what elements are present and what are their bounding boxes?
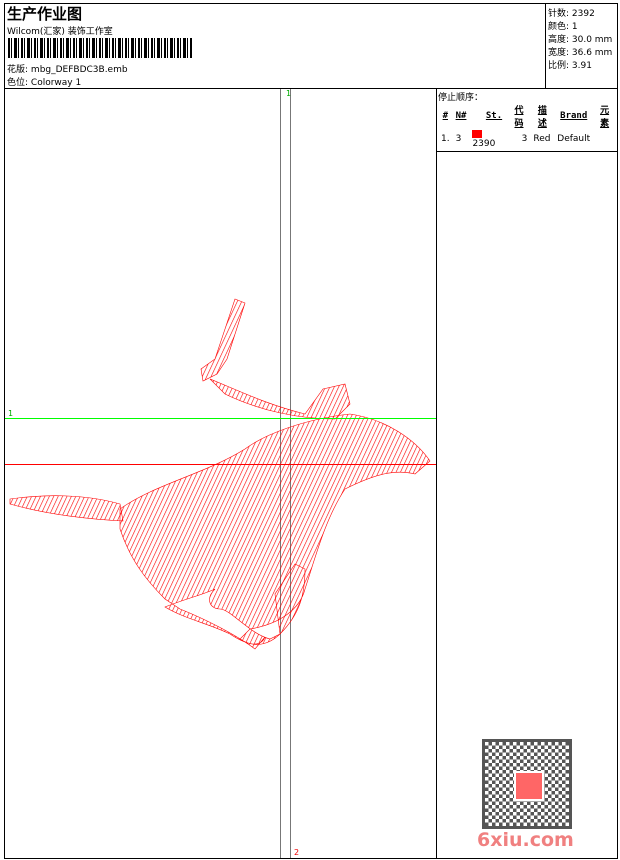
- qr-code: [482, 739, 572, 829]
- green-guide-line: [5, 418, 436, 419]
- row-brand: Default: [557, 134, 591, 144]
- colorway-value: Colorway 1: [30, 78, 82, 88]
- seal-stamp: [514, 771, 544, 801]
- guide-label-bottom: 2: [294, 848, 300, 857]
- stitch-count: 针数: 2392: [548, 9, 595, 19]
- barcode: [8, 38, 193, 58]
- production-sheet: 生产作业图 Wilcom(汇家) 装饰工作室 花版: mbg_DEFBDC3B.…: [0, 0, 620, 860]
- company-name: Wilcom(汇家) 装饰工作室: [7, 27, 113, 37]
- guide-label-left: 1: [8, 409, 14, 418]
- row-element: [593, 129, 616, 149]
- embroidery-design: [9, 298, 431, 650]
- design-value: mbg_DEFBDC3B.emb: [30, 65, 128, 75]
- watermark-site: 6xiu.com: [477, 829, 574, 851]
- rider-arm: [200, 298, 246, 382]
- col-brand: Brand: [560, 111, 588, 121]
- color-swatch: [472, 129, 483, 138]
- row-index: 1.: [441, 134, 450, 144]
- guide-label-top: 1: [286, 89, 292, 98]
- colorway-label: 色位:: [7, 78, 29, 88]
- design-height: 高度: 30.0 mm: [548, 35, 613, 45]
- rider-torso: [209, 378, 351, 420]
- col-number: N#: [455, 111, 467, 121]
- col-stitches: St.: [485, 111, 503, 121]
- col-desc: 描述: [537, 106, 547, 129]
- horse-tail: [9, 495, 124, 522]
- stop-sequence-table: # N# St. 代码 描述 Brand 元素 1. 3 2390 3 Red …: [438, 103, 616, 149]
- page-title: 生产作业图: [7, 5, 83, 23]
- row-number: 3: [455, 134, 462, 144]
- table-row[interactable]: 1. 3 2390 3 Red Default: [438, 129, 616, 149]
- stop-sequence-panel: 停止顺序： # N# St. 代码 描述 Brand 元素 1. 3 2390 …: [436, 88, 618, 859]
- red-guide-line: [5, 464, 436, 465]
- design-width: 宽度: 36.6 mm: [548, 48, 613, 58]
- color-count: 颜色: 1: [548, 22, 578, 32]
- row-code: 3: [521, 134, 528, 144]
- design-scale: 比例: 3.91: [548, 61, 592, 71]
- row-stitches: 2390: [469, 129, 507, 149]
- col-index: #: [442, 111, 448, 121]
- horse-body: [119, 413, 431, 650]
- row-desc: Red: [533, 134, 551, 144]
- design-file: 花版: mbg_DEFBDC3B.emb: [7, 62, 128, 75]
- col-code: 代码: [514, 106, 524, 129]
- colorway: 色位: Colorway 1: [7, 75, 81, 88]
- stop-sequence-title: 停止顺序：: [438, 93, 484, 103]
- col-element: 元素: [600, 106, 610, 129]
- canvas-area: 1 2 1: [4, 88, 437, 859]
- design-label: 花版:: [7, 65, 29, 75]
- table-header: # N# St. 代码 描述 Brand 元素: [438, 103, 616, 129]
- stitches-value: 2390: [472, 139, 496, 149]
